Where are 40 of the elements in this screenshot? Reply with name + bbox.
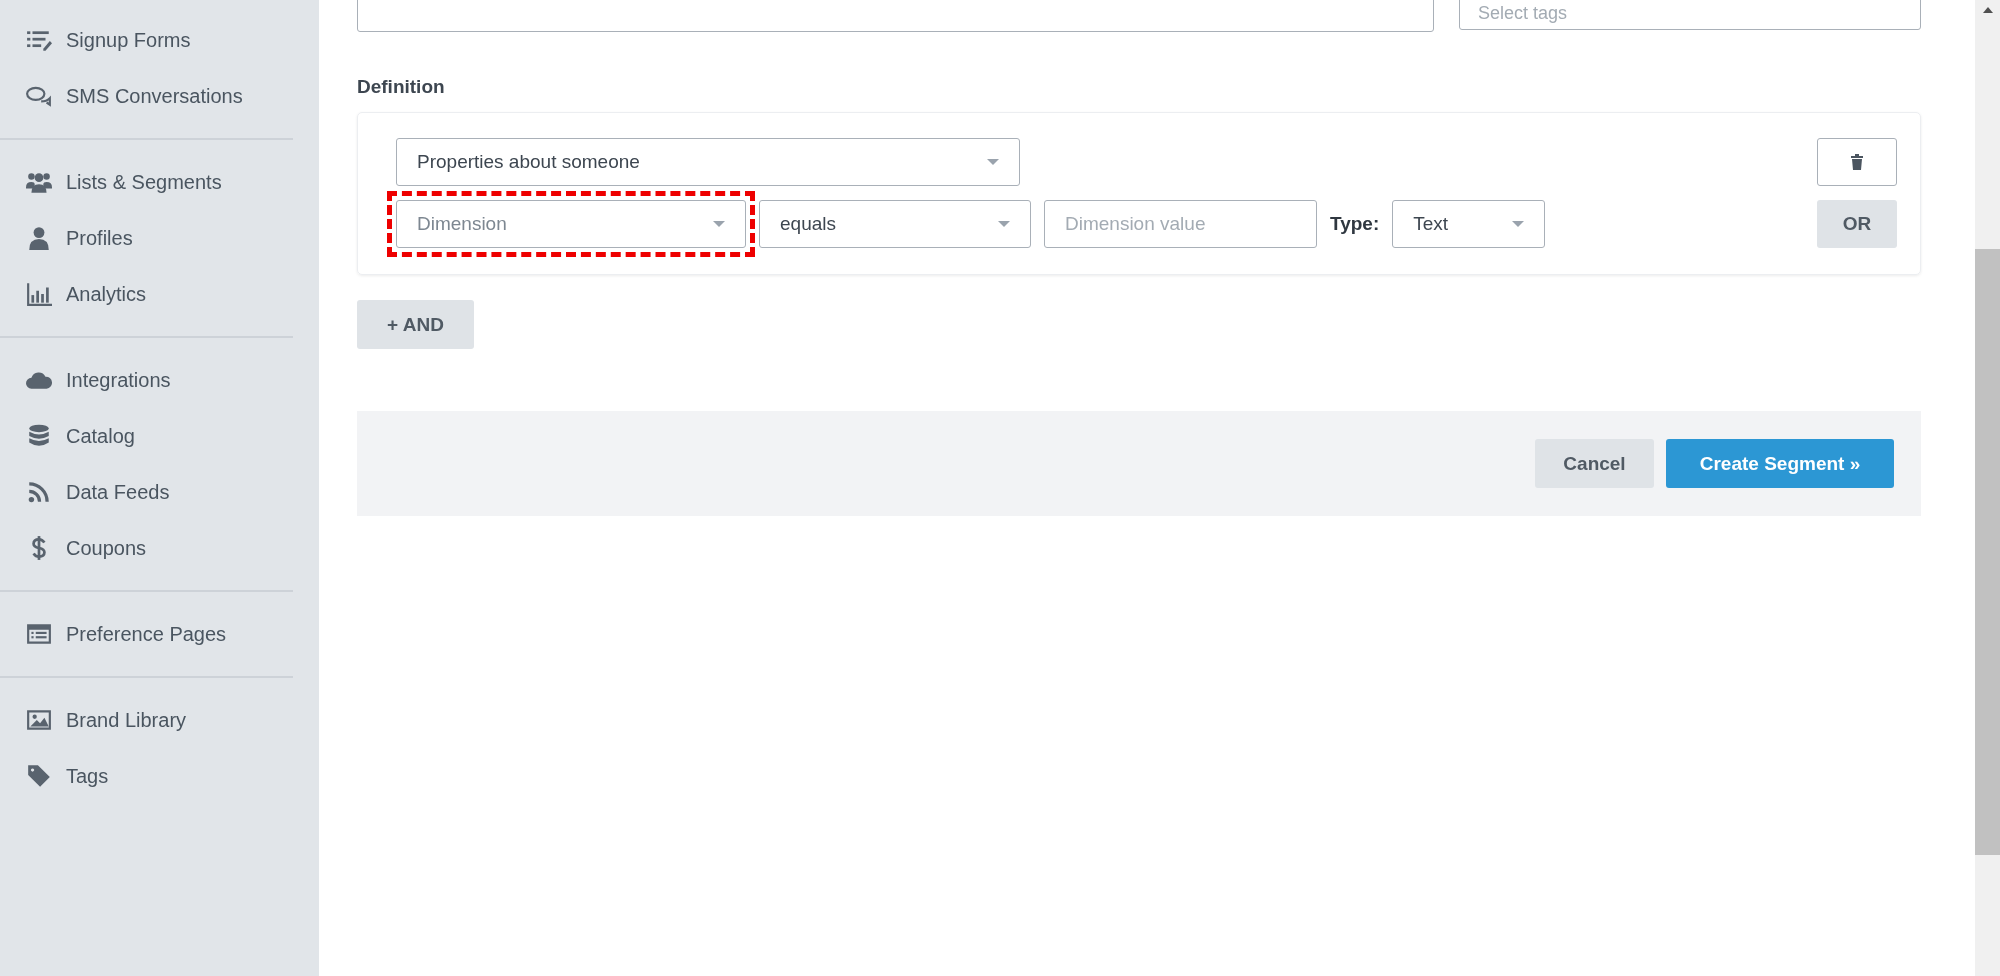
scrollbar[interactable] xyxy=(1975,0,2000,976)
sidebar-item[interactable]: SMS Conversations xyxy=(0,68,319,124)
caret-icon xyxy=(1512,221,1525,227)
delete-button[interactable] xyxy=(1817,138,1897,186)
tags-field[interactable]: Select tags xyxy=(1459,0,1921,30)
and-button[interactable]: + AND xyxy=(357,300,474,349)
sidebar-item[interactable]: Preference Pages xyxy=(0,606,319,662)
condition-type-select[interactable]: Properties about someone xyxy=(396,138,1020,186)
rss-icon xyxy=(26,479,52,505)
sidebar-item[interactable]: Signup Forms xyxy=(0,12,319,68)
create-segment-button[interactable]: Create Segment » xyxy=(1666,439,1894,488)
tag-icon xyxy=(26,763,52,789)
caret-icon xyxy=(713,221,725,227)
or-button[interactable]: OR xyxy=(1817,200,1897,248)
sidebar-item[interactable]: Coupons xyxy=(0,520,319,576)
trash-icon xyxy=(1851,154,1863,170)
database-icon xyxy=(26,423,52,449)
scrollbar-thumb[interactable] xyxy=(1975,249,2000,855)
image-icon xyxy=(26,707,52,733)
caret-icon xyxy=(998,221,1010,227)
sidebar-item[interactable]: Brand Library xyxy=(0,692,319,748)
sidebar-item[interactable]: Tags xyxy=(0,748,319,804)
sidebar-item[interactable]: Catalog xyxy=(0,408,319,464)
section-label: Definition xyxy=(357,76,446,98)
bars-icon xyxy=(26,281,52,307)
person-icon xyxy=(26,225,52,251)
operator-select[interactable]: equals xyxy=(759,200,1031,248)
dimension-select[interactable]: Dimension xyxy=(396,200,746,248)
scroll-up-icon[interactable] xyxy=(1982,7,1993,13)
sidebar-item[interactable]: Data Feeds xyxy=(0,464,319,520)
cancel-button[interactable]: Cancel xyxy=(1535,439,1654,488)
caret-icon xyxy=(987,159,999,165)
sidebar-item[interactable]: Lists & Segments xyxy=(0,154,319,210)
page-icon xyxy=(26,621,52,647)
sidebar-item[interactable]: Profiles xyxy=(0,210,319,266)
sidebar-item[interactable]: Integrations xyxy=(0,352,319,408)
type-label: Type: xyxy=(1330,213,1380,235)
dimension-value-field[interactable]: Dimension value xyxy=(1044,200,1317,248)
sidebar-item[interactable]: Analytics xyxy=(0,266,319,322)
type-select[interactable]: Text xyxy=(1392,200,1546,248)
